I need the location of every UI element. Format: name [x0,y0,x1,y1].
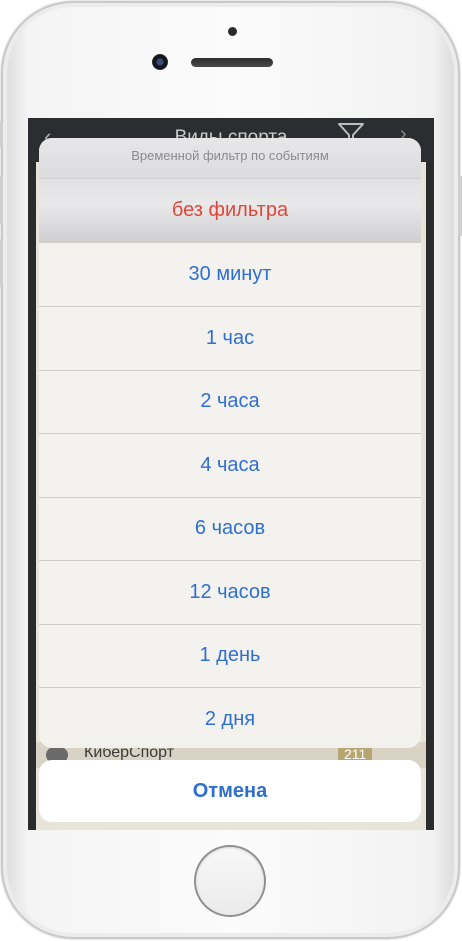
earpiece-speaker [191,58,273,67]
option-1-hour[interactable]: 1 час [39,307,421,371]
option-12-hours[interactable]: 12 часов [39,561,421,625]
action-sheet-title: Временной фильтр по событиям [39,138,421,179]
power-button [458,176,462,236]
volume-down-button [0,239,3,287]
option-6-hours[interactable]: 6 часов [39,497,421,561]
option-30-minutes[interactable]: 30 минут [39,243,421,307]
action-sheet: Временной фильтр по событиям без фильтра… [39,138,421,748]
option-2-days[interactable]: 2 дня [39,688,421,748]
mute-switch [0,121,3,147]
proximity-sensor [228,27,237,36]
option-4-hours[interactable]: 4 часа [39,434,421,498]
option-no-filter[interactable]: без фильтра [39,179,421,243]
option-2-hours[interactable]: 2 часа [39,370,421,434]
camera-icon [152,54,168,70]
home-button[interactable] [196,847,264,915]
option-1-day[interactable]: 1 день [39,624,421,688]
volume-up-button [0,176,3,224]
cancel-button[interactable]: Отмена [39,760,421,822]
